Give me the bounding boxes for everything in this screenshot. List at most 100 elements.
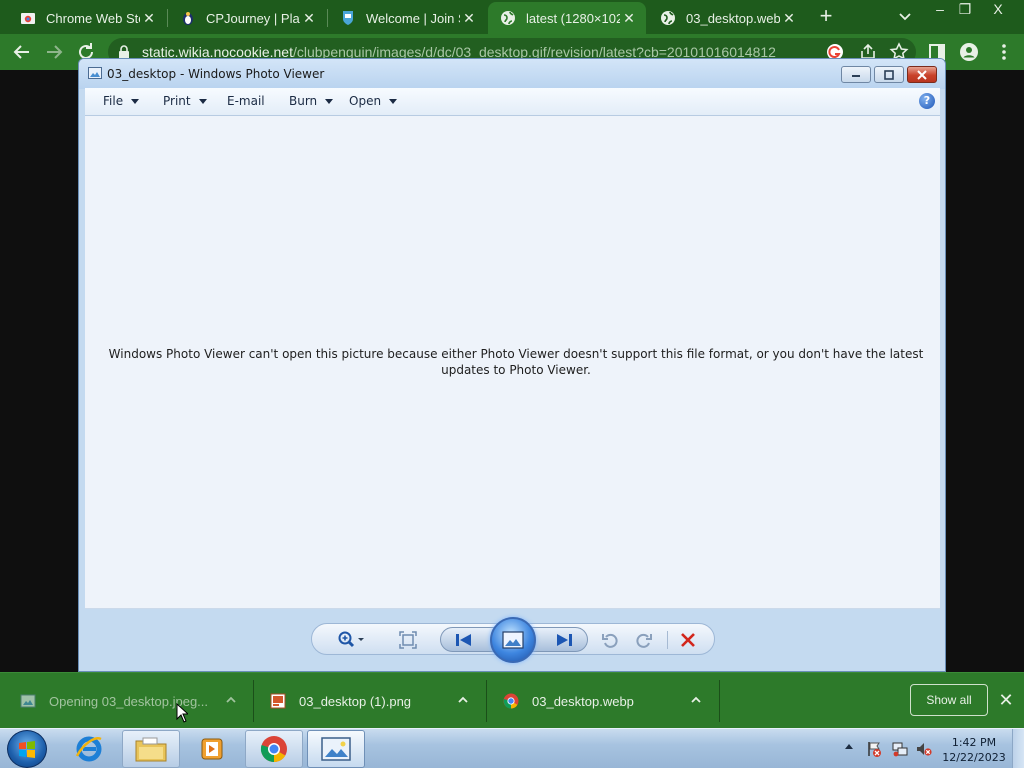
close-tab-icon[interactable]: ✕ bbox=[460, 9, 478, 27]
tab-03-desktop-webp[interactable]: 03_desktop.webp ✕ bbox=[648, 2, 806, 34]
mouse-cursor-icon bbox=[176, 702, 190, 723]
rotate-clockwise-icon[interactable] bbox=[632, 629, 656, 651]
slideshow-icon bbox=[502, 631, 524, 649]
kebab-menu-icon[interactable] bbox=[994, 42, 1014, 62]
volume-muted-icon[interactable] bbox=[916, 741, 932, 757]
photo-viewer-window: 03_desktop - Windows Photo Viewer File P… bbox=[78, 58, 946, 672]
action-center-flag-icon[interactable] bbox=[866, 741, 882, 757]
back-arrow-icon[interactable] bbox=[10, 40, 34, 64]
start-button[interactable] bbox=[7, 730, 47, 768]
media-player-icon bbox=[201, 738, 223, 760]
photo-viewer-title: 03_desktop - Windows Photo Viewer bbox=[107, 67, 325, 81]
chevron-down-icon[interactable] bbox=[894, 7, 916, 27]
menu-label: Open bbox=[349, 94, 382, 108]
rotate-counterclockwise-icon[interactable] bbox=[598, 629, 622, 651]
download-item[interactable]: 03_desktop.webp bbox=[503, 673, 703, 729]
download-separator bbox=[719, 680, 720, 722]
close-button[interactable] bbox=[907, 66, 937, 83]
download-separator bbox=[253, 680, 254, 722]
close-tab-icon[interactable]: ✕ bbox=[300, 9, 318, 27]
menu-open[interactable]: Open bbox=[349, 94, 398, 108]
clock-time: 1:42 PM bbox=[951, 736, 997, 749]
tab-title: latest (1280×1024) bbox=[526, 10, 620, 26]
chrome-web-store-icon bbox=[20, 10, 36, 26]
menu-file[interactable]: File bbox=[103, 94, 140, 108]
tab-title: Chrome Web Store bbox=[46, 10, 140, 26]
media-player-taskbar-button[interactable] bbox=[183, 730, 241, 768]
photo-viewer-taskbar-button[interactable] bbox=[307, 730, 365, 768]
next-icon[interactable] bbox=[551, 629, 577, 651]
new-tab-button[interactable]: + bbox=[815, 5, 837, 28]
delete-icon[interactable] bbox=[676, 629, 700, 651]
download-item[interactable]: 03_desktop (1).png bbox=[270, 673, 470, 729]
show-desktop-button[interactable] bbox=[1012, 729, 1024, 768]
toolbar-divider bbox=[667, 631, 668, 649]
system-clock[interactable]: 1:42 PM 12/22/2023 bbox=[938, 735, 1010, 765]
shield-icon bbox=[340, 10, 356, 26]
close-tab-icon[interactable]: ✕ bbox=[140, 9, 158, 27]
clock-date: 12/22/2023 bbox=[942, 751, 1006, 764]
image-file-icon bbox=[20, 693, 36, 709]
zoom-icon[interactable] bbox=[334, 629, 368, 651]
menu-label: Burn bbox=[289, 94, 318, 108]
windows-taskbar: 1:42 PM 12/22/2023 bbox=[0, 728, 1024, 768]
download-name: 03_desktop.webp bbox=[532, 693, 634, 709]
previous-icon[interactable] bbox=[451, 629, 477, 651]
playback-control-bar bbox=[311, 617, 715, 663]
photo-viewer-icon bbox=[321, 737, 351, 761]
tab-title: Welcome | Join Sc bbox=[366, 10, 460, 26]
chevron-up-icon[interactable] bbox=[456, 693, 470, 707]
chevron-up-icon[interactable] bbox=[689, 693, 703, 707]
chrome-taskbar-button[interactable] bbox=[245, 730, 303, 768]
menu-label: File bbox=[103, 94, 124, 108]
show-hidden-icons-arrow[interactable] bbox=[845, 744, 853, 749]
tab-welcome[interactable]: Welcome | Join Sc ✕ bbox=[328, 2, 486, 34]
maximize-button[interactable] bbox=[874, 66, 904, 83]
forward-arrow-icon[interactable] bbox=[42, 40, 66, 64]
dropdown-arrow-icon bbox=[325, 98, 334, 104]
menu-label: Print bbox=[163, 94, 191, 108]
close-tab-icon[interactable]: ✕ bbox=[620, 9, 638, 27]
error-message: Windows Photo Viewer can't open this pic… bbox=[108, 347, 924, 377]
slideshow-button[interactable] bbox=[490, 617, 536, 663]
minimize-button[interactable] bbox=[841, 66, 871, 83]
tab-title: 03_desktop.webp bbox=[686, 10, 780, 26]
close-downloads-bar-icon[interactable]: ✕ bbox=[996, 691, 1016, 711]
folder-icon bbox=[135, 737, 167, 762]
tab-latest[interactable]: latest (1280×1024) ✕ bbox=[488, 2, 646, 34]
download-item[interactable]: Opening 03_desktop.jpeg... bbox=[20, 673, 238, 729]
png-file-icon bbox=[270, 693, 286, 709]
internet-explorer-taskbar-button[interactable] bbox=[60, 730, 118, 768]
restore-window-button[interactable]: ❐ bbox=[949, 0, 981, 18]
dropdown-arrow-icon bbox=[198, 98, 207, 104]
photo-viewer-titlebar[interactable]: 03_desktop - Windows Photo Viewer bbox=[79, 59, 945, 89]
downloads-bar: Opening 03_desktop.jpeg... 03_desktop (1… bbox=[0, 672, 1024, 728]
network-icon[interactable] bbox=[892, 741, 908, 757]
tab-strip: Chrome Web Store ✕ CPJourney | Play Now … bbox=[0, 0, 1024, 34]
show-all-button[interactable]: Show all bbox=[910, 684, 988, 716]
tab-cpjourney[interactable]: CPJourney | Play Now ✕ bbox=[168, 2, 326, 34]
profile-avatar-icon[interactable] bbox=[959, 42, 979, 62]
image-viewport: Windows Photo Viewer can't open this pic… bbox=[85, 116, 940, 609]
tab-chrome-web-store[interactable]: Chrome Web Store ✕ bbox=[8, 2, 166, 34]
actual-size-icon[interactable] bbox=[396, 629, 420, 651]
menu-burn[interactable]: Burn bbox=[289, 94, 334, 108]
help-icon[interactable]: ? bbox=[919, 93, 935, 109]
menu-email[interactable]: E-mail bbox=[227, 94, 265, 108]
download-name: 03_desktop (1).png bbox=[299, 693, 412, 709]
download-separator bbox=[486, 680, 487, 722]
chrome-icon bbox=[260, 736, 287, 763]
dropdown-arrow-icon bbox=[131, 98, 140, 104]
close-window-button[interactable]: X bbox=[982, 0, 1014, 18]
chevron-up-icon[interactable] bbox=[224, 693, 238, 707]
menu-label: E-mail bbox=[227, 94, 265, 108]
chrome-icon bbox=[503, 693, 519, 709]
menu-print[interactable]: Print bbox=[163, 94, 207, 108]
penguin-icon bbox=[180, 10, 196, 26]
close-tab-icon[interactable]: ✕ bbox=[780, 9, 798, 27]
photo-viewer-app-icon bbox=[88, 67, 102, 79]
tab-title: CPJourney | Play Now bbox=[206, 10, 300, 26]
dropdown-arrow-icon bbox=[389, 98, 398, 104]
file-explorer-taskbar-button[interactable] bbox=[122, 730, 180, 768]
globe-icon bbox=[660, 10, 676, 26]
